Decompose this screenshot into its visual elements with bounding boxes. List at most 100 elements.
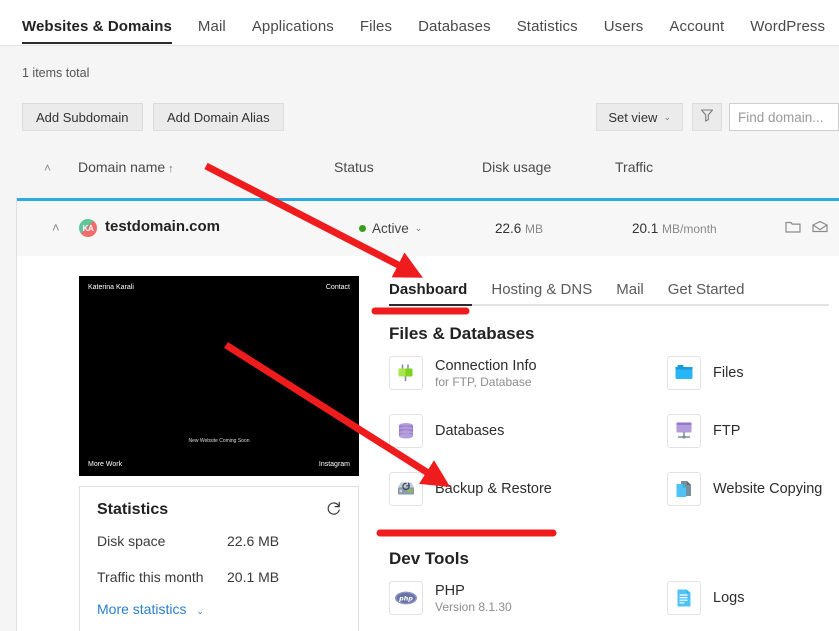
filter-icon [700, 108, 714, 127]
nav-item-account[interactable]: Account [669, 18, 724, 44]
search-placeholder: Find domain... [738, 109, 824, 125]
status-badge[interactable]: Active ⌄ [359, 221, 422, 236]
statistics-value-disk-space: 22.6 MB [227, 533, 280, 549]
add-subdomain-button[interactable]: Add Subdomain [22, 103, 143, 131]
tile-website-copying-label: Website Copying [713, 481, 823, 497]
tile-ftp-text: FTP [713, 423, 740, 439]
nav-item-statistics[interactable]: Statistics [517, 18, 578, 44]
tile-connection-info-text: Connection Info for FTP, Database [435, 358, 537, 389]
filter-button[interactable] [692, 103, 722, 131]
column-header-disk-usage: Disk usage [482, 159, 552, 175]
tab-dashboard[interactable]: Dashboard [389, 281, 467, 304]
folder-icon [667, 356, 701, 390]
tile-logs[interactable]: Logs [667, 581, 744, 615]
tile-ftp-label: FTP [713, 423, 741, 439]
tile-backup-restore[interactable]: Backup & Restore [389, 472, 552, 506]
set-view-button[interactable]: Set view ⌄ [596, 103, 683, 131]
refresh-icon[interactable] [325, 500, 342, 517]
tile-files-text: Files [713, 365, 744, 381]
tile-databases-text: Databases [435, 423, 504, 439]
folder-icon[interactable] [785, 220, 801, 234]
tile-website-copying[interactable]: Website Copying [667, 472, 822, 506]
tile-php-text: PHP Version 8.1.30 [435, 583, 512, 614]
tile-website-copying-text: Website Copying [713, 481, 822, 497]
statistics-label-disk-space: Disk space [97, 533, 166, 549]
statistics-value-traffic: 20.1 MB [227, 569, 280, 585]
tile-connection-info[interactable]: Connection Info for FTP, Database [389, 356, 537, 390]
mail-icon[interactable] [812, 220, 828, 234]
tile-files-label: Files [713, 365, 744, 381]
chevron-down-icon: ⌄ [414, 223, 423, 233]
chevron-down-icon: ⌄ [663, 111, 671, 122]
statistics-card: Statistics Disk space 22.6 MB Traffic th… [79, 486, 359, 631]
nav-item-databases[interactable]: Databases [418, 18, 491, 44]
favicon-initials: KA [82, 223, 94, 233]
avatar: KA [79, 219, 97, 237]
tile-ftp[interactable]: FTP [667, 414, 740, 448]
tile-files[interactable]: Files [667, 356, 744, 390]
status-label: Active [372, 221, 409, 236]
chevron-down-icon: ⌄ [196, 606, 204, 616]
more-statistics-link[interactable]: More statistics ⌄ [97, 601, 204, 617]
preview-instagram-link: Instagram [318, 461, 350, 468]
preview-contact-link: Contact [325, 284, 350, 291]
domain-name-link[interactable]: testdomain.com [105, 218, 220, 235]
tile-php[interactable]: php PHP Version 8.1.30 [389, 581, 512, 615]
nav-item-applications[interactable]: Applications [252, 18, 334, 44]
tile-php-version: Version 8.1.30 [435, 599, 512, 614]
add-domain-alias-button[interactable]: Add Domain Alias [152, 103, 284, 131]
traffic-value: 20.1 MB/month [632, 221, 717, 236]
sort-ascending-icon: ↑ [168, 163, 174, 175]
plesk-screen: Websites & Domains Mail Applications Fil… [0, 0, 839, 631]
preview-coming-soon-text: New Website Coming Soon [188, 438, 250, 444]
page-body: 1 items total Add Subdomain Add Domain A… [0, 46, 839, 631]
nav-item-users[interactable]: Users [604, 18, 644, 44]
items-total-label: 1 items total [22, 66, 90, 80]
list-toolbar: Add Subdomain Add Domain Alias Set view … [22, 103, 839, 131]
tab-get-started[interactable]: Get Started [668, 281, 745, 304]
search-input[interactable]: Find domain... [729, 103, 839, 131]
site-preview-thumbnail[interactable]: Katerina Karali Contact New Website Comi… [79, 276, 359, 476]
column-header-traffic: Traffic [615, 159, 654, 175]
more-statistics-label: More statistics [97, 601, 187, 617]
domain-row-actions [785, 220, 839, 234]
statistics-label-traffic: Traffic this month [97, 569, 204, 585]
domain-card: ˄ KA testdomain.com Active ⌄ 22.6 MB 20.… [16, 198, 839, 631]
expand-toggle-icon[interactable]: ˄ [52, 220, 60, 235]
nav-item-mail[interactable]: Mail [198, 18, 226, 44]
toolbar-right-group: Set view ⌄ Find domain... [596, 103, 839, 131]
nav-item-files[interactable]: Files [360, 18, 392, 44]
status-dot-icon [359, 225, 366, 232]
nav-item-wordpress[interactable]: WordPress [750, 18, 825, 44]
svg-text:php: php [398, 595, 413, 603]
active-tab-indicator [389, 304, 472, 306]
column-header-domain-name-label: Domain name [78, 159, 166, 175]
traffic-unit: MB/month [662, 222, 717, 236]
domain-subtabs: Dashboard Hosting & DNS Mail Get Started [389, 278, 829, 306]
backup-drive-icon [389, 472, 423, 506]
php-icon: php [389, 581, 423, 615]
column-header-domain-name[interactable]: Domain name ↑ [78, 159, 174, 175]
tab-hosting-dns[interactable]: Hosting & DNS [491, 281, 592, 304]
tab-mail[interactable]: Mail [616, 281, 644, 304]
tile-php-label: PHP [435, 582, 465, 599]
main-navigation: Websites & Domains Mail Applications Fil… [0, 0, 839, 46]
tile-backup-restore-label: Backup & Restore [435, 481, 552, 497]
disk-usage-value: 22.6 MB [495, 221, 543, 236]
copy-pages-icon [667, 472, 701, 506]
tile-databases[interactable]: Databases [389, 414, 504, 448]
ftp-icon [667, 414, 701, 448]
tile-connection-info-label: Connection Info [435, 357, 537, 374]
set-view-label: Set view [608, 109, 658, 125]
nav-item-websites-domains[interactable]: Websites & Domains [22, 18, 172, 44]
tile-logs-text: Logs [713, 590, 744, 606]
statistics-title: Statistics [97, 501, 169, 518]
domain-row[interactable]: ˄ KA testdomain.com Active ⌄ 22.6 MB 20.… [17, 201, 839, 256]
tile-logs-label: Logs [713, 590, 745, 606]
logs-icon [667, 581, 701, 615]
tile-backup-restore-text: Backup & Restore [435, 481, 552, 497]
tile-connection-info-sublabel: for FTP, Database [435, 374, 532, 389]
collapse-all-icon[interactable]: ˄ [44, 161, 51, 175]
section-title-dev-tools: Dev Tools [389, 549, 469, 568]
domain-expanded-panel: Katerina Karali Contact New Website Comi… [17, 256, 839, 631]
